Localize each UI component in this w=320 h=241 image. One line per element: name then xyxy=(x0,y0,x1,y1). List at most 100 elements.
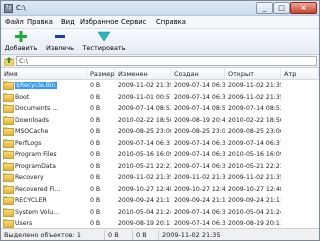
opened-cell: 2010-05-04 21:24 xyxy=(228,208,281,216)
file-name: Recovered Fi... xyxy=(15,185,61,193)
size-cell: 0 B xyxy=(90,185,101,193)
created-cell: 2009-07-14 06:37 xyxy=(174,208,225,216)
path-input[interactable] xyxy=(17,57,316,65)
modified-cell: 2009-11-01 00:57 xyxy=(118,93,171,101)
menu-view[interactable]: Вид xyxy=(61,18,75,26)
table-row[interactable]: $Recycle.Bin 0 B 2009-11-02 21:35 2009-07-1… xyxy=(1,81,319,90)
modified-cell: 2010-05-16 16:09 xyxy=(118,151,171,158)
table-row[interactable]: PerfLogs 0 B 2009-07-14 06:37 2009-07-14 06… xyxy=(1,138,319,148)
name-cell: $Recycle.Bin xyxy=(1,81,87,90)
menu-tools[interactable]: Сервис xyxy=(121,18,146,26)
name-cell: Users xyxy=(1,219,87,228)
column-created[interactable]: Создан xyxy=(171,68,225,80)
file-name: ProgramData xyxy=(15,162,56,170)
created-cell: 2009-08-25 23:06 xyxy=(174,128,225,135)
opened-cell: 2010-05-16 16:09 xyxy=(228,151,281,158)
table-row[interactable]: Recovery 0 B 2009-11-02 21:35 2009-11-02 21… xyxy=(1,173,319,182)
size-cell: 0 B xyxy=(90,220,101,227)
size-cell: 0 B xyxy=(90,116,101,124)
file-list[interactable]: Имя Размер Изменен Создан Открыт Атр $Re… xyxy=(1,67,319,228)
folder-icon xyxy=(3,219,14,228)
folder-icon xyxy=(3,196,14,205)
table-row[interactable]: RECYCLER 0 B 2009-09-24 21:11 2009-09-24 21… xyxy=(1,196,319,205)
column-opened[interactable]: Открыт xyxy=(225,68,281,80)
created-cell: 2009-09-24 21:11 xyxy=(174,197,225,204)
size-cell: 0 B xyxy=(90,151,101,158)
toolbar: Добавить Извлечь Тестировать xyxy=(1,29,319,55)
opened-cell: 2010-05-21 22:23 xyxy=(228,162,281,170)
menu-favorites[interactable]: Избранное xyxy=(80,18,119,26)
modified-cell: 2009-08-25 23:06 xyxy=(118,128,171,135)
name-cell: ProgramData xyxy=(1,161,87,171)
table-row[interactable]: ProgramData 0 B 2010-05-21 22:23 2009-07-14… xyxy=(1,161,319,171)
name-cell: Boot xyxy=(1,92,87,102)
address-bar xyxy=(1,55,319,67)
opened-cell: 2009-07-14 08:53 xyxy=(228,105,281,112)
app-window: 7z C:\ _ □ × Файл Правка Вид Избранное С… xyxy=(0,0,320,241)
table-row[interactable]: MSOCache 0 B 2009-08-25 23:06 2009-08-25 23… xyxy=(1,127,319,136)
list-header: Имя Размер Изменен Создан Открыт Атр xyxy=(1,68,319,80)
folder-icon xyxy=(3,104,14,113)
folder-icon xyxy=(3,161,14,171)
modified-cell: 2009-10-27 12:48 xyxy=(118,185,171,193)
name-cell: RECYCLER xyxy=(1,196,87,205)
menu-bar: Файл Правка Вид Избранное Сервис Справка xyxy=(1,16,319,29)
opened-cell: 2009-11-02 21:35 xyxy=(228,93,281,101)
name-cell: Recovered Fi... xyxy=(1,184,87,194)
size-cell: 0 B xyxy=(90,128,101,135)
folder-icon xyxy=(3,207,14,217)
title-bar: 7z C:\ _ □ × xyxy=(1,1,319,16)
test-button[interactable]: Тестировать xyxy=(81,31,127,54)
created-cell: 2009-07-14 06:36 xyxy=(174,93,225,101)
created-cell: 2009-07-14 06:37 xyxy=(174,220,225,227)
table-row[interactable]: System Volu... 0 B 2010-05-04 21:24 2009-07… xyxy=(1,207,319,217)
size-cell: 0 B xyxy=(90,93,101,101)
column-attributes[interactable]: Атр xyxy=(281,68,319,80)
file-name: $Recycle.Bin xyxy=(15,82,57,89)
file-name: Documents ... xyxy=(15,105,59,112)
size-cell: 0 B xyxy=(90,82,101,89)
file-name: RECYCLER xyxy=(15,197,47,204)
minimize-button[interactable]: _ xyxy=(256,2,273,14)
opened-cell: 2009-11-02 21:35 xyxy=(228,174,281,181)
menu-edit[interactable]: Правка xyxy=(27,18,53,26)
menu-file[interactable]: Файл xyxy=(5,18,24,26)
menu-help[interactable]: Справка xyxy=(156,18,186,26)
folder-icon xyxy=(3,150,14,159)
status-bar: Выделено объектов: 1 0 B 0 B 2009-11-02 … xyxy=(1,228,319,240)
table-row[interactable]: Downloads 0 B 2010-02-22 18:56 2009-08-19 2… xyxy=(1,115,319,125)
folder-up-icon[interactable] xyxy=(4,56,14,66)
size-cell: 0 B xyxy=(90,174,101,181)
modified-cell: 2009-07-14 06:37 xyxy=(118,139,171,147)
add-button[interactable]: Добавить xyxy=(4,31,38,54)
table-row[interactable]: Boot 0 B 2009-11-01 00:57 2009-07-14 06:36 2… xyxy=(1,92,319,102)
minus-icon xyxy=(55,35,65,38)
size-cell: 0 B xyxy=(90,139,101,147)
extract-label: Извлечь xyxy=(46,44,74,52)
column-modified[interactable]: Изменен xyxy=(115,68,171,80)
folder-icon xyxy=(3,81,14,90)
table-row[interactable]: Program Files 0 B 2010-05-16 16:09 2009-07-… xyxy=(1,150,319,159)
column-size[interactable]: Размер xyxy=(87,68,115,80)
column-name[interactable]: Имя xyxy=(1,68,87,80)
folder-icon xyxy=(3,92,14,102)
folder-icon xyxy=(3,173,14,182)
table-row[interactable]: Documents ... 0 B 2009-07-14 08:53 2009-07-… xyxy=(1,104,319,113)
modified-cell: 2009-09-24 21:11 xyxy=(118,197,171,204)
path-field[interactable] xyxy=(16,56,317,66)
maximize-button[interactable]: □ xyxy=(273,2,290,14)
file-name: Boot xyxy=(15,93,30,101)
size-cell: 0 B xyxy=(90,197,101,204)
table-row[interactable]: Users 0 B 2009-08-19 20:11 2009-07-14 06:37… xyxy=(1,219,319,228)
file-name: System Volu... xyxy=(15,208,60,216)
opened-cell: 2009-07-14 06:37 xyxy=(228,139,281,147)
app-icon: 7z xyxy=(4,4,13,13)
status-date: 2009-11-02 21:35 xyxy=(162,231,221,239)
close-button[interactable]: × xyxy=(290,2,317,14)
file-name: Recovery xyxy=(15,174,44,181)
table-row[interactable]: Recovered Fi... 0 B 2009-10-27 12:48 2009-1… xyxy=(1,184,319,194)
extract-button[interactable]: Извлечь xyxy=(43,31,77,54)
folder-icon xyxy=(3,184,14,194)
created-cell: 2009-07-14 06:37 xyxy=(174,162,225,170)
modified-cell: 2010-05-04 21:24 xyxy=(118,208,171,216)
